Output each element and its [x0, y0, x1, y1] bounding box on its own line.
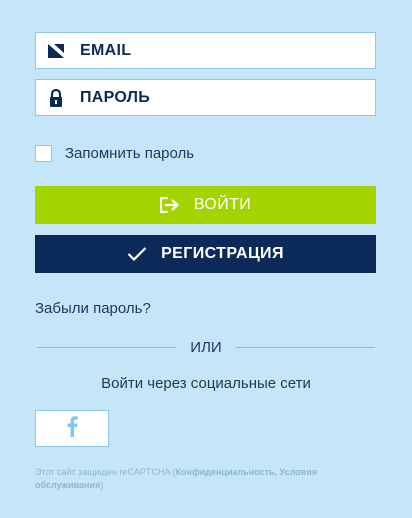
divider-right	[236, 347, 375, 348]
check-icon	[127, 246, 147, 262]
envelope-icon	[48, 42, 64, 60]
email-field[interactable]	[35, 32, 376, 69]
facebook-icon	[66, 415, 78, 442]
recaptcha-notice: Этот сайт защищен reCAPTCHA (Конфиденциа…	[35, 466, 355, 492]
sign-in-icon	[159, 197, 180, 213]
lock-icon	[48, 88, 64, 107]
privacy-link[interactable]: Конфиденциальность	[175, 467, 274, 477]
password-input[interactable]	[78, 81, 362, 114]
forgot-password-link[interactable]: Забыли пароль?	[35, 300, 151, 317]
register-label: РЕГИСТРАЦИЯ	[161, 245, 284, 262]
remember-label: Запомнить пароль	[65, 145, 195, 162]
divider-left	[37, 347, 176, 348]
register-button[interactable]: РЕГИСТРАЦИЯ	[35, 235, 376, 273]
remember-me[interactable]: Запомнить пароль	[35, 145, 194, 162]
or-label: ИЛИ	[190, 339, 222, 356]
login-button[interactable]: ВОЙТИ	[35, 186, 376, 224]
remember-checkbox[interactable]	[35, 145, 52, 162]
email-input[interactable]	[78, 34, 362, 67]
recaptcha-suffix: )	[100, 480, 104, 490]
recaptcha-prefix: Этот сайт защищен reCAPTCHA (	[35, 467, 176, 477]
password-field[interactable]	[35, 79, 376, 116]
social-login-title: Войти через социальные сети	[101, 375, 311, 392]
facebook-login-button[interactable]	[35, 410, 109, 447]
login-label: ВОЙТИ	[193, 196, 252, 213]
